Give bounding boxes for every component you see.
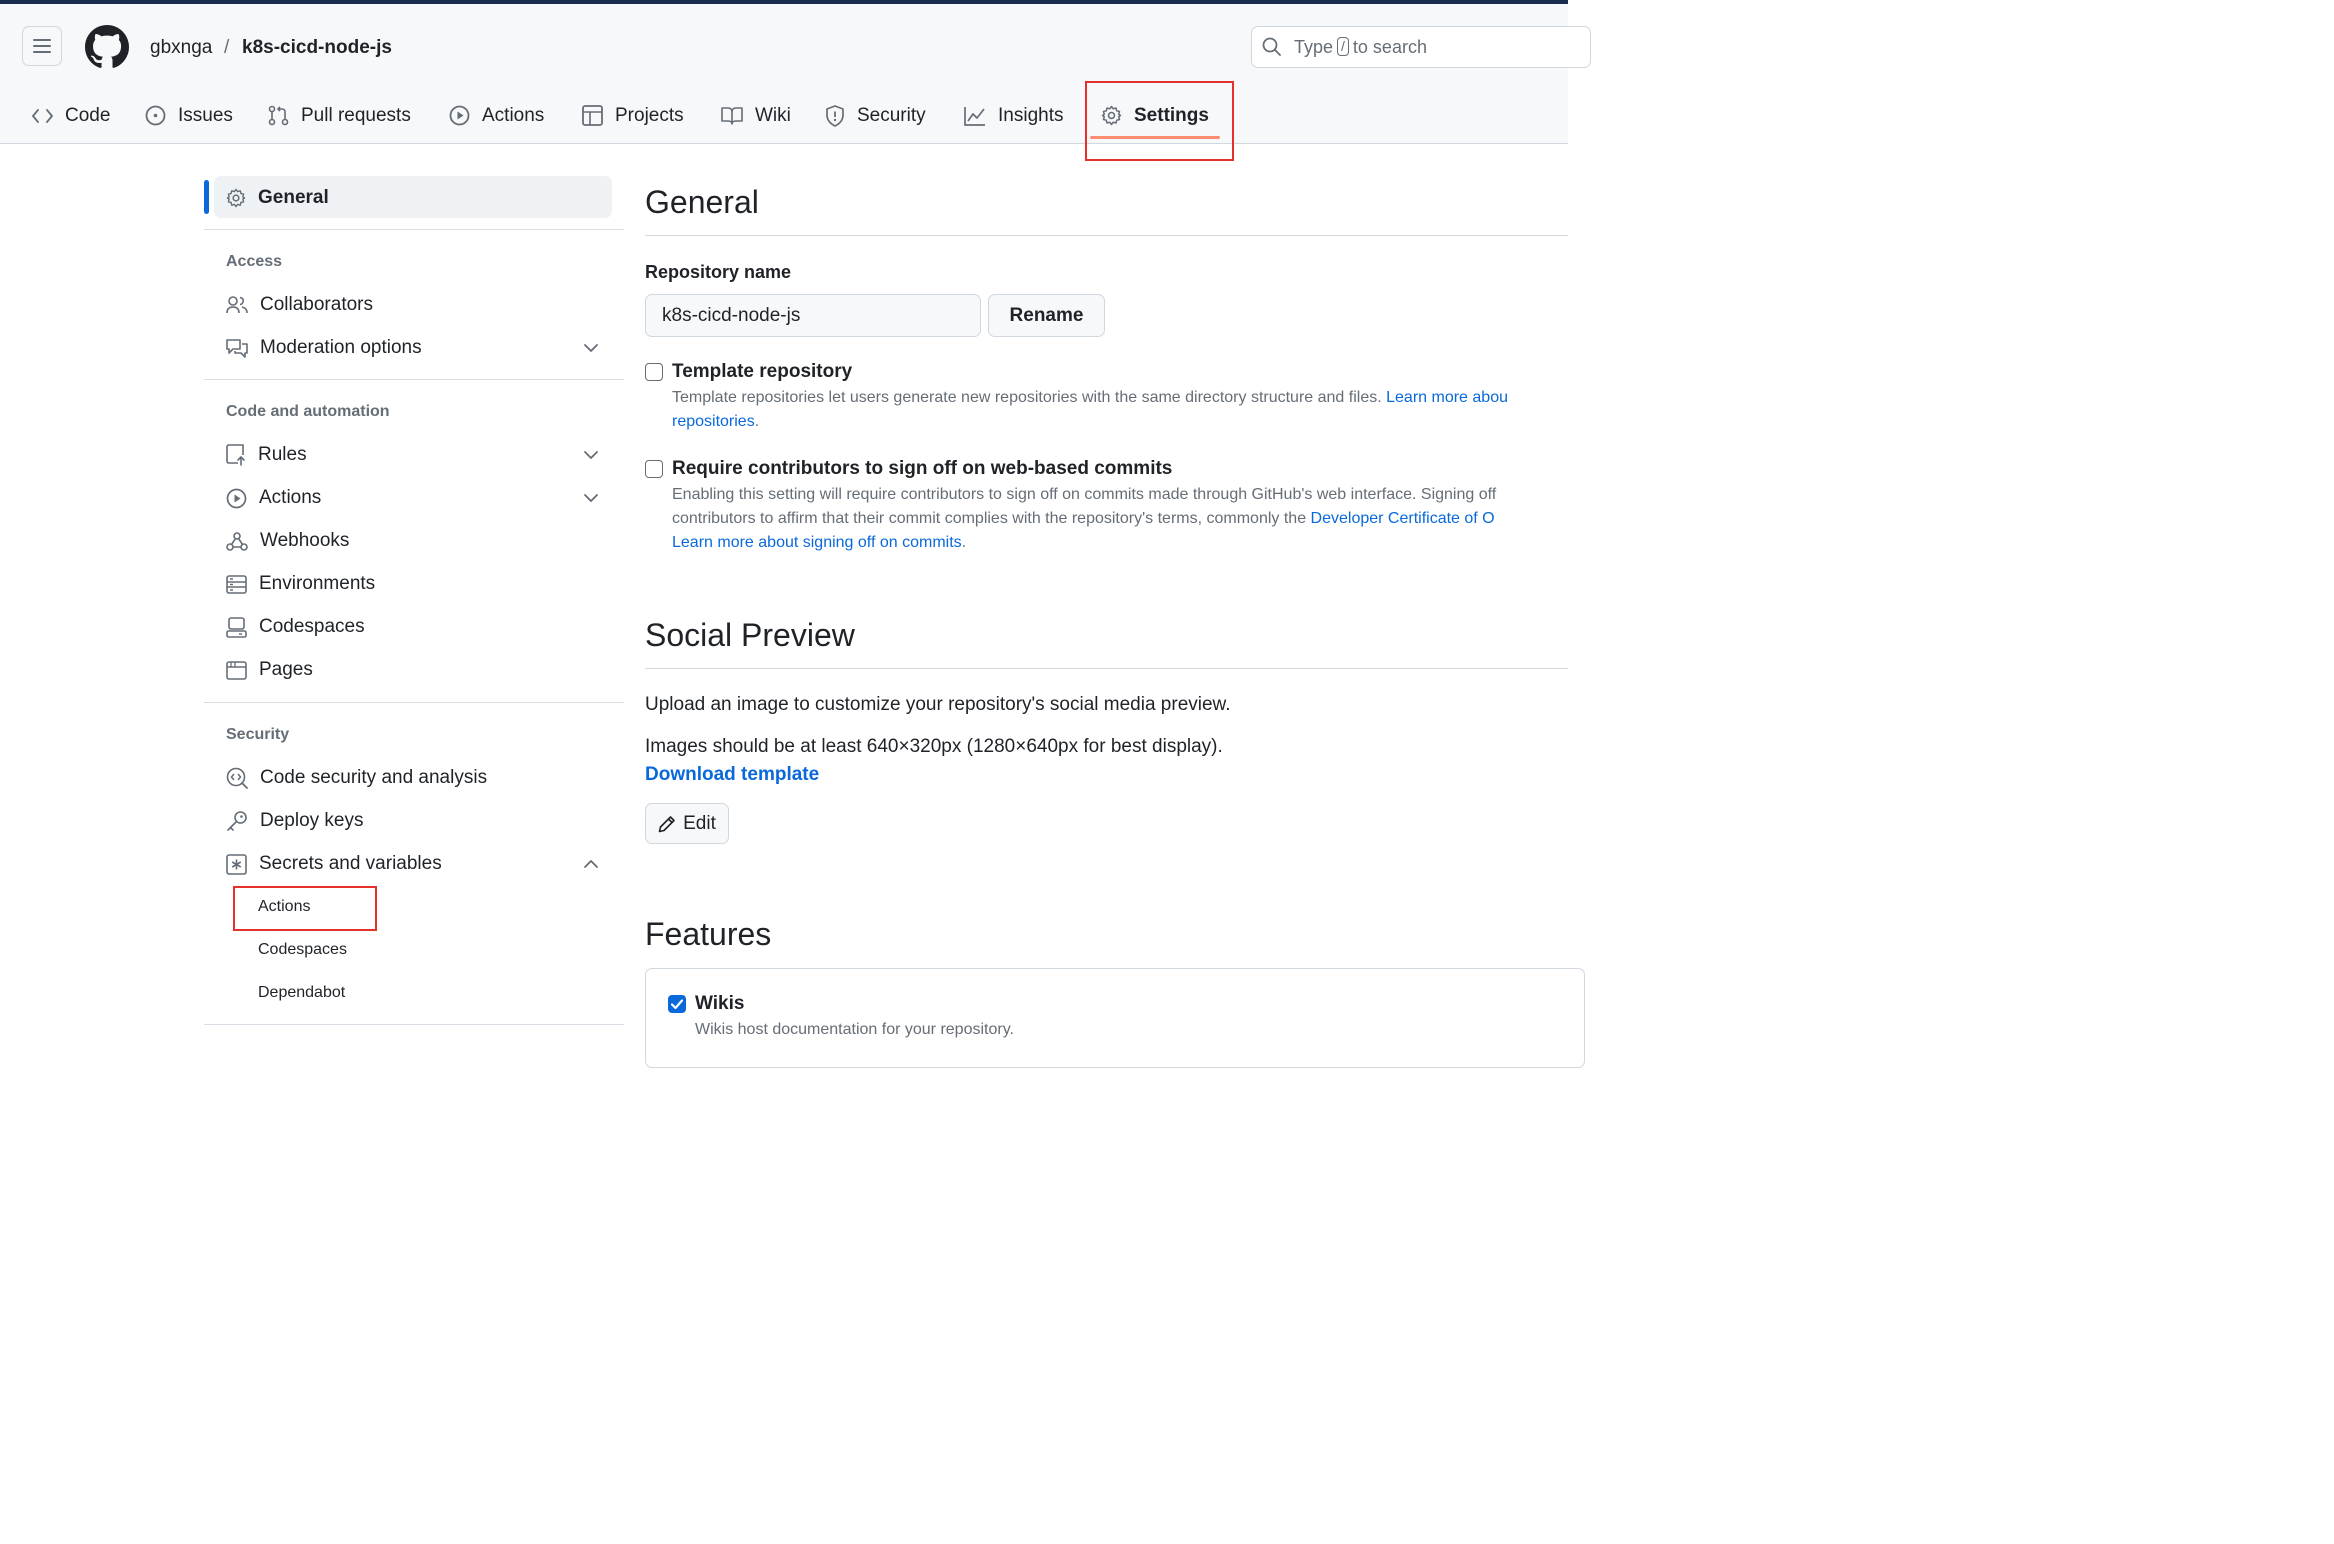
signoff-desc-line2: contributors to affirm that their commit… (672, 510, 1495, 527)
signoff-desc-line1: Enabling this setting will require contr… (672, 486, 1497, 503)
gear-icon (226, 188, 246, 208)
play-icon (449, 105, 470, 126)
tab-wiki[interactable]: Wiki (721, 88, 791, 143)
webhook-icon (226, 531, 248, 551)
rename-button[interactable]: Rename (988, 294, 1105, 337)
graph-icon (964, 106, 985, 126)
social-preview-title: Social Preview (645, 617, 855, 653)
search-input[interactable]: Type / to search (1251, 26, 1591, 68)
sidebar-divider (204, 1024, 624, 1025)
book-icon (721, 107, 743, 125)
template-repository-title: Template repository (672, 361, 853, 382)
tab-code[interactable]: Code (32, 88, 110, 143)
slash-key: / (1337, 37, 1349, 56)
search-placeholder: Type / to search (1294, 37, 1427, 57)
dco-link[interactable]: Developer Certificate of O (1311, 510, 1495, 527)
chevron-up-icon[interactable] (582, 855, 600, 873)
wikis-desc: Wikis host documentation for your reposi… (695, 1021, 1014, 1038)
edit-button[interactable]: Edit (645, 803, 729, 844)
section-divider (645, 668, 1568, 669)
search-icon (1262, 37, 1281, 56)
sidebar-heading-code-automation: Code and automation (226, 403, 390, 420)
sidebar-item-general-label[interactable]: General (226, 183, 329, 213)
code-icon (32, 108, 53, 123)
wikis-checkbox[interactable] (668, 995, 686, 1013)
sidebar-item-deploy-keys[interactable]: Deploy keys (226, 806, 364, 836)
sidebar-divider (204, 702, 624, 703)
tab-actions[interactable]: Actions (449, 88, 544, 143)
owner-link[interactable]: gbxnga (150, 37, 212, 59)
shield-icon (826, 104, 844, 127)
tab-insights[interactable]: Insights (964, 88, 1063, 143)
social-preview-size-text: Images should be at least 640×320px (128… (645, 736, 1223, 757)
wikis-title: Wikis (695, 993, 745, 1014)
check-icon (670, 999, 684, 1010)
sidebar-item-secrets-variables[interactable]: Secrets and variables (226, 849, 442, 879)
repo-header: gbxnga / k8s-cicd-node-js Type / to search… (0, 4, 1591, 144)
tab-pull-requests[interactable]: Pull requests (268, 88, 411, 143)
hamburger-icon (33, 39, 51, 53)
pull-request-icon (268, 105, 289, 126)
table-icon (582, 105, 603, 126)
settings-highlight-box (1085, 81, 1234, 161)
sidebar-item-environments[interactable]: Environments (226, 569, 375, 599)
sidebar-subitem-codespaces[interactable]: Codespaces (258, 941, 347, 959)
comment-discussion-icon (226, 339, 248, 358)
sidebar-heading-access: Access (226, 253, 283, 270)
sidebar-subitem-dependabot[interactable]: Dependabot (258, 984, 345, 1002)
sidebar-item-pages[interactable]: Pages (226, 655, 313, 685)
sidebar-item-webhooks[interactable]: Webhooks (226, 526, 349, 556)
sidebar-heading-security: Security (226, 726, 290, 743)
menu-button[interactable] (22, 26, 62, 66)
breadcrumb-separator: / (224, 37, 230, 58)
github-logo-icon[interactable] (85, 25, 129, 69)
key-icon (227, 811, 247, 831)
download-template-link[interactable]: Download template (645, 764, 819, 786)
signoff-title: Require contributors to sign off on web-… (672, 458, 1173, 479)
learn-more-signoff-link[interactable]: Learn more about signing off on commits (672, 534, 962, 551)
server-icon (226, 574, 247, 594)
play-icon (226, 488, 247, 508)
repo-name-input[interactable]: k8s-cicd-node-js (645, 294, 981, 337)
sidebar-item-codespaces[interactable]: Codespaces (226, 612, 365, 642)
sidebar-item-collaborators[interactable]: Collaborators (226, 290, 373, 320)
template-repository-desc-line2: repositories. (672, 413, 760, 430)
browser-icon (226, 660, 247, 680)
social-preview-text: Upload an image to customize your reposi… (645, 694, 1231, 715)
chevron-down-icon[interactable] (582, 446, 600, 464)
tab-issues[interactable]: Issues (145, 88, 233, 143)
section-divider (645, 235, 1568, 236)
codespaces-icon (226, 616, 247, 638)
template-repository-checkbox[interactable] (645, 363, 663, 381)
codescan-icon (226, 767, 248, 789)
sidebar-item-actions[interactable]: Actions (226, 483, 321, 513)
repo-name-link[interactable]: k8s-cicd-node-js (242, 37, 392, 59)
sidebar-active-indicator (204, 180, 209, 214)
repo-name-label: Repository name (645, 262, 792, 282)
actions-highlight-box (233, 886, 377, 931)
pencil-icon (658, 815, 675, 832)
learn-more-templates-link[interactable]: Learn more abou (1386, 389, 1508, 406)
asterisk-box-icon (226, 853, 247, 875)
chevron-down-icon[interactable] (582, 489, 600, 507)
page-title: General (645, 184, 759, 220)
sidebar-item-rules[interactable]: Rules (226, 440, 307, 470)
tab-security[interactable]: Security (825, 88, 926, 143)
sidebar-item-code-security[interactable]: Code security and analysis (226, 763, 487, 793)
features-title: Features (645, 916, 772, 952)
chevron-down-icon[interactable] (582, 339, 600, 357)
signoff-desc-line3: Learn more about signing off on commits. (672, 534, 967, 551)
repositories-link[interactable]: repositories (672, 413, 755, 430)
repo-push-icon (226, 444, 245, 466)
people-icon (226, 296, 248, 314)
tab-projects[interactable]: Projects (582, 88, 684, 143)
template-repository-desc: Template repositories let users generate… (672, 389, 1508, 406)
sidebar-divider (204, 379, 624, 380)
sidebar-item-moderation[interactable]: Moderation options (226, 333, 422, 363)
signoff-checkbox[interactable] (645, 460, 663, 478)
sidebar-divider (204, 229, 624, 230)
issue-icon (145, 105, 166, 126)
